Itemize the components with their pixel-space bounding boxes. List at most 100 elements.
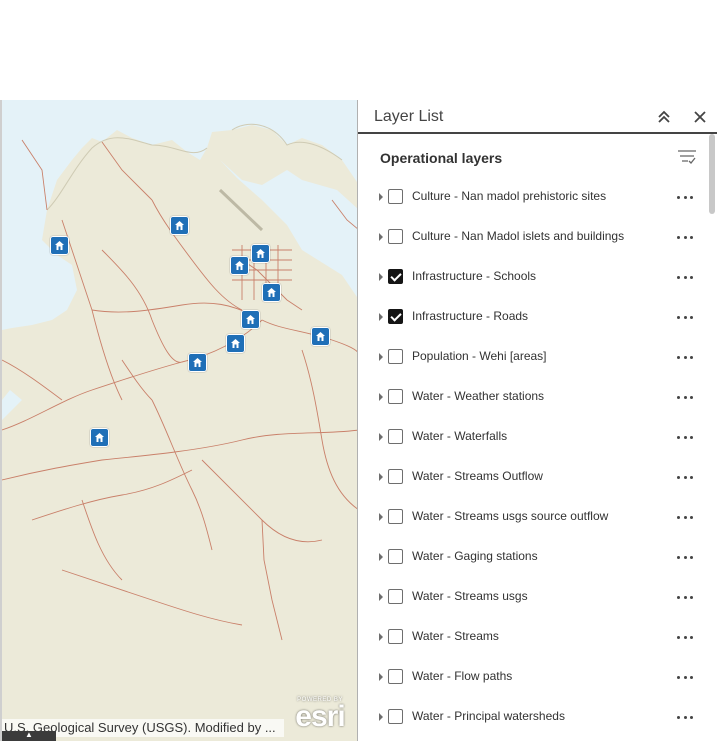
layer-label: Culture - Nan madol prehistoric sites [412, 189, 607, 203]
more-options-icon[interactable] [677, 316, 693, 320]
layer-row[interactable]: Water - Weather stations [358, 378, 703, 418]
more-options-icon[interactable] [677, 236, 693, 240]
scrollbar[interactable] [709, 134, 715, 214]
layer-list-panel: Layer List Operational layers Culture - … [357, 100, 717, 741]
school-marker[interactable] [50, 236, 69, 255]
school-marker[interactable] [90, 428, 109, 447]
logo-wordmark: esri [295, 700, 345, 733]
layer-visibility-checkbox[interactable] [388, 309, 403, 324]
panel-header: Layer List [358, 100, 717, 134]
more-options-icon[interactable] [677, 556, 693, 560]
school-icon [267, 288, 276, 297]
caret-right-icon[interactable] [379, 353, 383, 361]
school-icon [235, 261, 244, 270]
section-title: Operational layers [380, 150, 503, 166]
layer-label: Water - Streams usgs [412, 589, 528, 603]
panel-title: Layer List [374, 108, 444, 125]
layer-row[interactable]: Culture - Nan Madol islets and buildings [358, 218, 703, 258]
more-options-icon[interactable] [677, 196, 693, 200]
school-icon [193, 358, 202, 367]
layer-visibility-checkbox[interactable] [388, 349, 403, 364]
layer-row[interactable]: Water - Principal watersheds [358, 698, 703, 738]
caret-right-icon[interactable] [379, 593, 383, 601]
caret-right-icon[interactable] [379, 513, 383, 521]
basemap [2, 100, 357, 641]
layer-visibility-checkbox[interactable] [388, 509, 403, 524]
layer-label: Water - Weather stations [412, 389, 545, 403]
school-icon [246, 315, 255, 324]
school-marker[interactable] [262, 283, 281, 302]
school-marker[interactable] [226, 334, 245, 353]
school-icon [231, 339, 240, 348]
layer-visibility-checkbox[interactable] [388, 709, 403, 724]
school-marker[interactable] [251, 244, 270, 263]
layer-visibility-checkbox[interactable] [388, 429, 403, 444]
layer-row[interactable]: Infrastructure - Roads [358, 298, 703, 338]
caret-right-icon[interactable] [379, 473, 383, 481]
more-options-icon[interactable] [677, 436, 693, 440]
school-icon [95, 433, 104, 442]
caret-right-icon[interactable] [379, 273, 383, 281]
layer-row[interactable]: Culture - Nan madol prehistoric sites [358, 178, 703, 218]
caret-right-icon[interactable] [379, 193, 383, 201]
caret-right-icon[interactable] [379, 713, 383, 721]
more-options-icon[interactable] [677, 636, 693, 640]
caret-right-icon[interactable] [379, 673, 383, 681]
caret-right-icon[interactable] [379, 633, 383, 641]
layer-label: Water - Waterfalls [412, 429, 508, 443]
more-options-icon[interactable] [677, 276, 693, 280]
more-options-icon[interactable] [677, 676, 693, 680]
close-icon[interactable] [692, 109, 708, 125]
layer-label: Water - Streams usgs source outflow [412, 509, 609, 523]
layer-label: Population - Wehi [areas] [412, 349, 547, 363]
filter-list-icon[interactable] [677, 147, 697, 167]
more-options-icon[interactable] [677, 716, 693, 720]
school-marker[interactable] [241, 310, 260, 329]
layer-row[interactable]: Infrastructure - Schools [358, 258, 703, 298]
more-options-icon[interactable] [677, 596, 693, 600]
school-marker[interactable] [188, 353, 207, 372]
layer-label: Water - Principal watersheds [412, 709, 565, 723]
school-icon [316, 332, 325, 341]
more-options-icon[interactable] [677, 516, 693, 520]
layer-row[interactable]: Water - Gaging stations [358, 538, 703, 578]
attribution-toggle-button[interactable]: ▲ [2, 731, 56, 741]
layer-row[interactable]: Water - Waterfalls [358, 418, 703, 458]
layer-visibility-checkbox[interactable] [388, 389, 403, 404]
more-options-icon[interactable] [677, 476, 693, 480]
school-marker[interactable] [170, 216, 189, 235]
layer-label: Water - Gaging stations [412, 549, 538, 563]
layer-row[interactable]: Population - Wehi [areas] [358, 338, 703, 378]
chevron-double-up-icon[interactable] [656, 109, 672, 125]
school-marker[interactable] [230, 256, 249, 275]
layer-row[interactable]: Water - Streams [358, 618, 703, 658]
caret-right-icon[interactable] [379, 433, 383, 441]
layer-visibility-checkbox[interactable] [388, 669, 403, 684]
layer-visibility-checkbox[interactable] [388, 549, 403, 564]
layer-list-body[interactable]: Operational layers Culture - Nan madol p… [358, 134, 717, 741]
layer-row[interactable]: Water - Streams usgs source outflow [358, 498, 703, 538]
caret-right-icon[interactable] [379, 393, 383, 401]
map-view[interactable]: U.S. Geological Survey (USGS). Modified … [0, 100, 357, 741]
caret-right-icon[interactable] [379, 313, 383, 321]
layer-row[interactable]: Water - Streams usgs [358, 578, 703, 618]
layer-row[interactable]: Water - Streams Outflow [358, 458, 703, 498]
layer-visibility-checkbox[interactable] [388, 469, 403, 484]
layer-visibility-checkbox[interactable] [388, 629, 403, 644]
more-options-icon[interactable] [677, 396, 693, 400]
layer-visibility-checkbox[interactable] [388, 269, 403, 284]
school-icon [55, 241, 64, 250]
caret-right-icon[interactable] [379, 233, 383, 241]
more-options-icon[interactable] [677, 356, 693, 360]
layer-visibility-checkbox[interactable] [388, 189, 403, 204]
school-marker[interactable] [311, 327, 330, 346]
layer-visibility-checkbox[interactable] [388, 229, 403, 244]
layer-label: Water - Streams [412, 629, 499, 643]
layer-label: Water - Flow paths [412, 669, 513, 683]
layer-visibility-checkbox[interactable] [388, 589, 403, 604]
esri-logo: POWERED BY esri [289, 697, 351, 733]
caret-right-icon[interactable] [379, 553, 383, 561]
school-icon [175, 221, 184, 230]
layer-row[interactable]: Water - Flow paths [358, 658, 703, 698]
layer-label: Culture - Nan Madol islets and buildings [412, 229, 625, 243]
